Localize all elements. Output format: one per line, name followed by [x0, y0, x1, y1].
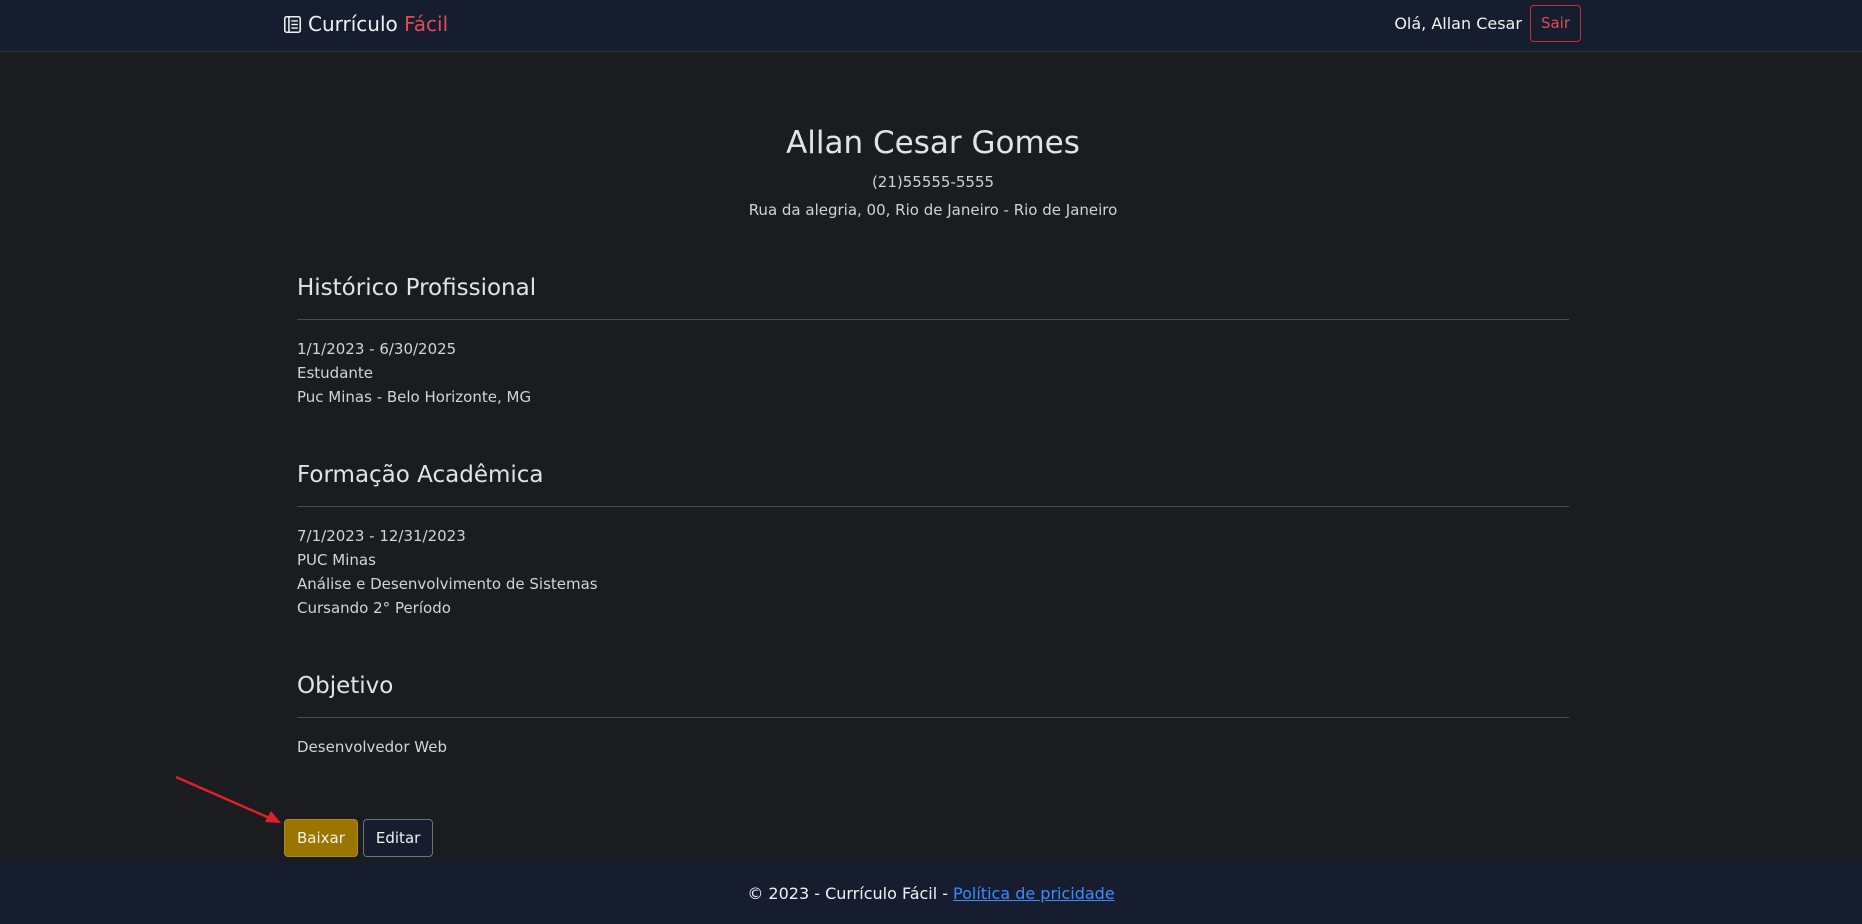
resume-actions: Baixar Editar [284, 819, 434, 857]
brand-link[interactable]: Currículo Fácil [283, 10, 448, 38]
education-course: Análise e Desenvolvimento de Sistemas [297, 575, 598, 593]
logout-button[interactable]: Sair [1529, 4, 1581, 42]
section-divider [297, 506, 1569, 507]
edit-button[interactable]: Editar [362, 819, 434, 857]
section-professional-history: Histórico Profissional 1/1/2023 - 6/30/2… [297, 271, 1569, 409]
red-arrow-annotation [175, 775, 281, 823]
download-button[interactable]: Baixar [284, 819, 358, 857]
section-title: Formação Acadêmica [297, 462, 544, 488]
resume-header: Allan Cesar Gomes (21)55555-5555 Rua da … [297, 121, 1569, 222]
history-role: Estudante [297, 364, 374, 382]
section-divider [297, 717, 1569, 718]
journal-icon [284, 15, 301, 33]
user-greeting: Olá, Allan Cesar [1394, 13, 1522, 33]
resume-page: Allan Cesar Gomes (21)55555-5555 Rua da … [297, 52, 1569, 759]
resume-name: Allan Cesar Gomes [786, 125, 1080, 161]
education-status: Cursando 2° Período [297, 599, 451, 617]
education-institution: PUC Minas [297, 551, 376, 569]
footer-copyright: © 2023 - Currículo Fácil - [747, 883, 949, 903]
section-title: Objetivo [297, 673, 394, 699]
top-navbar: Currículo Fácil Olá, Allan Cesar Sair [0, 0, 1862, 52]
page-footer: © 2023 - Currículo Fácil - Política de p… [0, 862, 1862, 924]
objective-text: Desenvolvedor Web [297, 738, 447, 756]
education-dates: 7/1/2023 - 12/31/2023 [297, 527, 466, 545]
privacy-policy-link[interactable]: Política de pricidade [953, 884, 1115, 903]
brand-name-accent: Fácil [404, 12, 449, 36]
section-education: Formação Acadêmica 7/1/2023 - 12/31/2023… [297, 458, 1569, 620]
section-divider [297, 319, 1569, 320]
section-objective: Objetivo Desenvolvedor Web [297, 669, 1569, 759]
history-company: Puc Minas - Belo Horizonte, MG [297, 388, 532, 406]
history-dates: 1/1/2023 - 6/30/2025 [297, 340, 457, 358]
section-title: Histórico Profissional [297, 275, 537, 301]
resume-phone: (21)55555-5555 [871, 173, 995, 191]
brand-name: Currículo [308, 12, 398, 36]
user-area: Olá, Allan Cesar Sair [1394, 4, 1581, 42]
resume-address: Rua da alegria, 00, Rio de Janeiro - Rio… [748, 201, 1118, 219]
